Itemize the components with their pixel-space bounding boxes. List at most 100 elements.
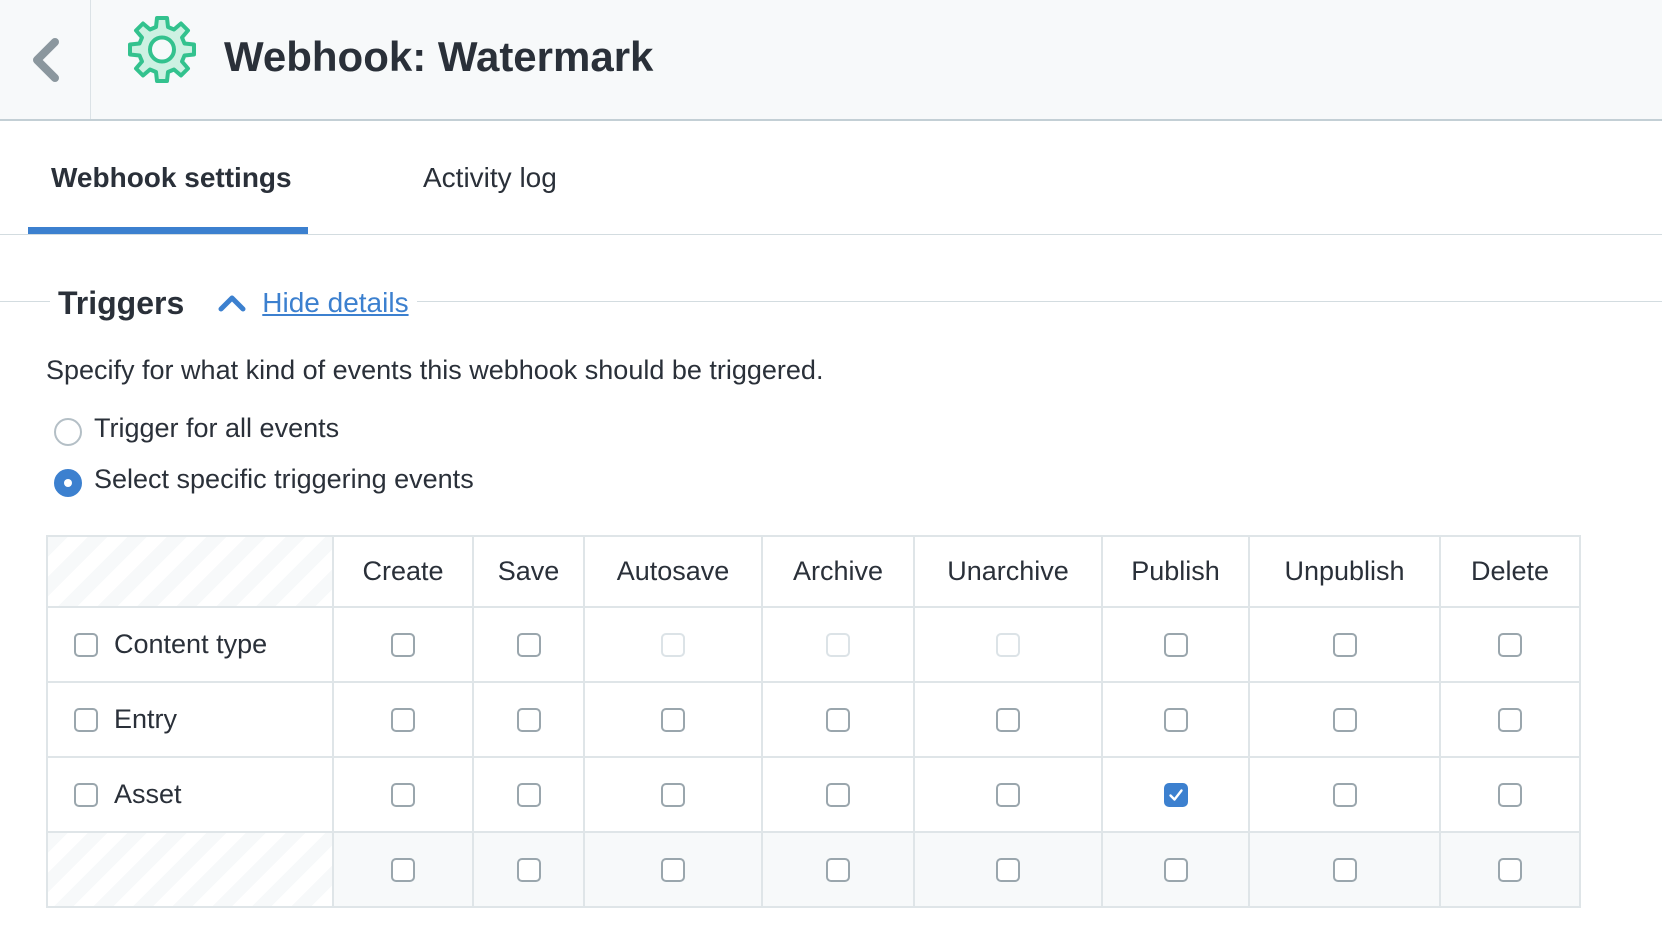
tab-webhook-settings[interactable]: Webhook settings (51, 121, 292, 234)
event-checkbox[interactable] (661, 707, 685, 732)
radio-button[interactable] (54, 418, 82, 446)
event-checkbox[interactable] (1163, 707, 1188, 732)
event-checkbox[interactable] (1163, 632, 1188, 657)
row-select-checkbox[interactable] (74, 782, 98, 807)
event-cell (761, 756, 915, 833)
column-header: Save (472, 535, 585, 608)
row-label-cell: Asset (46, 756, 334, 833)
event-cell (472, 831, 585, 908)
event-cell (761, 831, 915, 908)
event-cell (583, 681, 763, 758)
event-checkbox[interactable] (996, 707, 1020, 732)
event-checkbox[interactable] (826, 782, 850, 807)
event-cell (1248, 681, 1441, 758)
event-checkbox[interactable] (1498, 707, 1522, 732)
column-header: Autosave (583, 535, 763, 608)
event-cell (332, 606, 474, 683)
table-row: Asset (46, 756, 1581, 833)
triggers-description: Specify for what kind of events this web… (46, 355, 824, 385)
event-cell (583, 606, 763, 683)
event-checkbox (661, 632, 685, 657)
event-checkbox[interactable] (661, 782, 685, 807)
event-cell (1101, 681, 1250, 758)
event-checkbox[interactable] (826, 857, 850, 882)
table-row: Content type (46, 606, 1581, 683)
event-cell (913, 756, 1103, 833)
radio-button[interactable] (54, 469, 82, 497)
event-cell (1248, 606, 1441, 683)
event-cell (472, 606, 585, 683)
event-cell (1439, 606, 1581, 683)
event-cell (913, 831, 1103, 908)
column-header: Unpublish (1248, 535, 1441, 608)
event-checkbox[interactable] (391, 782, 415, 807)
row-label-wrap: Asset (74, 779, 332, 810)
event-cell (583, 756, 763, 833)
event-checkbox[interactable] (516, 857, 541, 882)
radio-label: Select specific triggering events (94, 463, 474, 494)
row-label: Content type (114, 629, 268, 659)
row-label-wrap: Content type (74, 629, 332, 660)
row-label-wrap: Entry (74, 704, 332, 735)
event-checkbox[interactable] (661, 857, 685, 882)
event-checkbox[interactable] (516, 707, 541, 732)
event-checkbox (826, 632, 850, 657)
event-checkbox[interactable] (996, 857, 1020, 882)
event-checkbox[interactable] (1498, 782, 1522, 807)
row-label-cell: Entry (46, 681, 334, 758)
column-header: Create (332, 535, 474, 608)
table-corner (46, 535, 334, 608)
row-label: Entry (114, 704, 178, 734)
event-checkbox[interactable] (1163, 782, 1188, 807)
event-cell (913, 606, 1103, 683)
table-row: Entry (46, 681, 1581, 758)
gear-icon (128, 16, 196, 83)
event-checkbox[interactable] (516, 632, 541, 657)
triggers-header: Triggers Hide details (50, 280, 417, 326)
event-checkbox[interactable] (1332, 707, 1357, 732)
tab-bar: Webhook settings Activity log (0, 121, 1662, 235)
active-tab-indicator (28, 227, 308, 234)
event-checkbox (996, 632, 1020, 657)
event-checkbox[interactable] (1498, 857, 1522, 882)
event-cell (761, 606, 915, 683)
chevron-left-icon (33, 37, 59, 82)
event-cell (332, 756, 474, 833)
row-label-cell: Content type (46, 606, 334, 683)
radio-select-specific[interactable]: Select specific triggering events (54, 461, 474, 497)
column-header: Publish (1101, 535, 1250, 608)
event-cell (1439, 831, 1581, 908)
radio-label: Trigger for all events (94, 412, 340, 443)
event-checkbox[interactable] (1332, 857, 1357, 882)
table-row (46, 831, 1581, 908)
section-title: Triggers (58, 284, 185, 321)
event-cell (1439, 681, 1581, 758)
event-checkbox[interactable] (1498, 632, 1522, 657)
event-cell (1439, 756, 1581, 833)
event-checkbox[interactable] (826, 707, 850, 732)
hide-details-link[interactable]: Hide details (262, 287, 408, 319)
chevron-up-icon[interactable] (218, 294, 246, 312)
radio-trigger-all[interactable]: Trigger for all events (54, 410, 339, 446)
row-select-checkbox[interactable] (74, 632, 98, 657)
event-checkbox[interactable] (391, 857, 415, 882)
event-cell (1101, 606, 1250, 683)
page-header: Webhook: Watermark (0, 0, 1662, 121)
event-checkbox[interactable] (1332, 632, 1357, 657)
tab-activity-log[interactable]: Activity log (423, 121, 557, 234)
row-select-checkbox[interactable] (74, 707, 98, 732)
event-checkbox[interactable] (996, 782, 1020, 807)
column-header: Unarchive (913, 535, 1103, 608)
event-checkbox[interactable] (391, 632, 415, 657)
event-cell (332, 681, 474, 758)
event-cell (472, 681, 585, 758)
event-checkbox[interactable] (1332, 782, 1357, 807)
events-table: Create Save Autosave Archive Unarchive P… (46, 535, 1581, 908)
event-checkbox[interactable] (391, 707, 415, 732)
event-checkbox[interactable] (516, 782, 541, 807)
event-checkbox[interactable] (1163, 857, 1188, 882)
column-header: Delete (1439, 535, 1581, 608)
back-button[interactable] (0, 0, 91, 119)
row-label: Asset (114, 779, 182, 809)
event-cell (1101, 756, 1250, 833)
